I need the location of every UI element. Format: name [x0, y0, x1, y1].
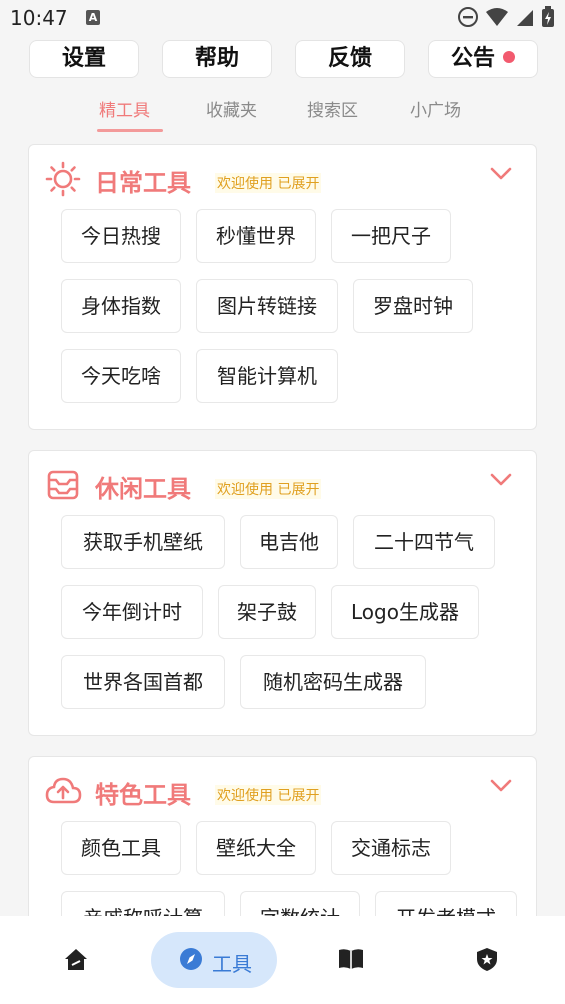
- tool-chip[interactable]: 交通标志: [331, 821, 451, 875]
- tool-chip[interactable]: 颜色工具: [61, 821, 181, 875]
- tool-chip[interactable]: 架子鼓: [218, 585, 316, 639]
- tool-chip[interactable]: 今日热搜: [61, 209, 181, 263]
- shield-icon[interactable]: [474, 946, 500, 972]
- card-leisure-tools: 休闲工具 欢迎使用 已展开 获取手机壁纸 电吉他 二十四节气 今年倒计时 架子鼓…: [28, 450, 537, 736]
- tab-bar: 精工具 收藏夹 搜索区 小广场: [0, 96, 565, 136]
- tool-chip[interactable]: 电吉他: [240, 515, 338, 569]
- chevron-down-icon[interactable]: [490, 779, 512, 793]
- card-special-tools: 特色工具 欢迎使用 已展开 颜色工具 壁纸大全 交通标志 亲戚称呼计算 字数统计…: [28, 756, 537, 916]
- card-subtitle: 欢迎使用 已展开: [215, 785, 322, 805]
- book-icon[interactable]: [337, 946, 365, 972]
- signal-icon: [517, 10, 533, 26]
- tool-chip[interactable]: 壁纸大全: [196, 821, 316, 875]
- wifi-icon: [486, 8, 508, 26]
- card-subtitle: 欢迎使用 已展开: [215, 173, 322, 193]
- cloud-upload-icon: [45, 777, 82, 804]
- tab-search[interactable]: 搜索区: [307, 96, 358, 121]
- inbox-icon: [47, 470, 79, 500]
- settings-button[interactable]: 设置: [29, 40, 139, 78]
- tool-chip[interactable]: 开发者模式: [375, 891, 517, 916]
- compass-icon[interactable]: [178, 946, 204, 972]
- tool-chip[interactable]: 世界各国首都: [61, 655, 225, 709]
- tool-chip[interactable]: 罗盘时钟: [353, 279, 473, 333]
- top-button-row: 设置 帮助 反馈 公告: [29, 40, 538, 78]
- status-bar: 10:47 A: [0, 0, 565, 36]
- card-header[interactable]: 休闲工具 欢迎使用 已展开: [29, 451, 536, 511]
- tab-active-indicator: [97, 129, 163, 132]
- tool-chip[interactable]: 图片转链接: [196, 279, 338, 333]
- announcement-button[interactable]: 公告: [428, 40, 538, 78]
- tab-plaza[interactable]: 小广场: [410, 96, 461, 121]
- tool-chip[interactable]: 今天吃啥: [61, 349, 181, 403]
- battery-icon: [542, 6, 554, 27]
- status-icons: [457, 6, 555, 28]
- sun-icon: [45, 161, 81, 197]
- card-daily-tools: 日常工具 欢迎使用 已展开 今日热搜 秒懂世界 一把尺子 身体指数 图片转链接 …: [28, 144, 537, 430]
- accessibility-a-icon: A: [86, 10, 100, 25]
- tool-chip[interactable]: 身体指数: [61, 279, 181, 333]
- tool-chip[interactable]: 智能计算机: [196, 349, 338, 403]
- card-title: 特色工具: [95, 781, 191, 809]
- tool-chip[interactable]: 随机密码生成器: [240, 655, 426, 709]
- card-subtitle: 欢迎使用 已展开: [215, 479, 322, 499]
- tool-chip[interactable]: 一把尺子: [331, 209, 451, 263]
- help-button[interactable]: 帮助: [162, 40, 272, 78]
- tool-chip[interactable]: 字数统计: [240, 891, 360, 916]
- settings-button-label: 设置: [61, 46, 106, 71]
- tool-chip[interactable]: 亲戚称呼计算: [61, 891, 225, 916]
- tool-chip[interactable]: 二十四节气: [353, 515, 495, 569]
- card-header[interactable]: 特色工具 欢迎使用 已展开: [29, 757, 536, 817]
- tool-chip[interactable]: Logo生成器: [331, 585, 479, 639]
- tool-chip[interactable]: 今年倒计时: [61, 585, 203, 639]
- tool-chip[interactable]: 获取手机壁纸: [61, 515, 225, 569]
- status-time: 10:47: [10, 6, 68, 30]
- do-not-disturb-icon: [458, 7, 478, 27]
- nav-tools-label[interactable]: 工具: [212, 948, 252, 977]
- card-title: 日常工具: [95, 169, 191, 197]
- chevron-down-icon[interactable]: [490, 167, 512, 181]
- help-button-label: 帮助: [194, 46, 239, 71]
- tab-favorites[interactable]: 收藏夹: [206, 96, 257, 121]
- card-header[interactable]: 日常工具 欢迎使用 已展开: [29, 145, 536, 205]
- notification-dot: [503, 51, 515, 63]
- tool-chip[interactable]: 秒懂世界: [196, 209, 316, 263]
- home-icon[interactable]: [63, 946, 89, 972]
- bottom-nav: 工具: [0, 916, 565, 1004]
- tab-tools[interactable]: 精工具: [99, 96, 150, 121]
- chevron-down-icon[interactable]: [490, 473, 512, 487]
- card-title: 休闲工具: [95, 475, 191, 503]
- tool-list[interactable]: 日常工具 欢迎使用 已展开 今日热搜 秒懂世界 一把尺子 身体指数 图片转链接 …: [0, 140, 565, 916]
- feedback-button-label: 反馈: [327, 46, 372, 71]
- announcement-button-label: 公告: [450, 46, 495, 71]
- feedback-button[interactable]: 反馈: [295, 40, 405, 78]
